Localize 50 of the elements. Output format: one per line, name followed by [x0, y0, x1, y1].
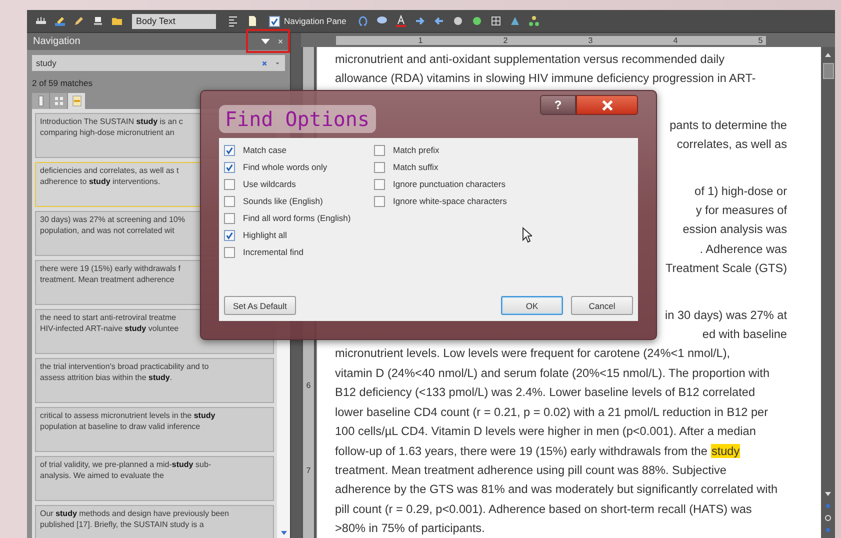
ruler-number: 1 — [417, 36, 424, 44]
result-text: Introduction The SUSTAIN study is an c — [40, 117, 183, 127]
document-text: pill count (r = 0.29, p<0.001). Adherence based on short-term recall (HATS) was — [335, 502, 752, 516]
result-text: critical to assess micronutrient levels in the study — [40, 411, 216, 421]
pane-title: Navigation — [33, 36, 82, 47]
result-text: 30 days) was 27% at screening and 10% — [40, 215, 185, 225]
result-text: assess attrition bias within the study. — [40, 373, 172, 383]
document-text: y for measures of — [696, 203, 787, 218]
document-text: pants to determine the — [670, 118, 787, 132]
result-text: analysis. We aimed to evaluate the — [40, 471, 164, 481]
document-text: follow-up of 1.63 years, there were 19 (15%) early withdrawals from the — [335, 444, 708, 458]
document-text: 100 cells/µL CD4. Vitamin D levels were higher in men (p<0.001). After a median — [335, 424, 756, 438]
result-text: the need to start anti-retroviral treatme — [40, 313, 176, 323]
document-text: ed with baseline — [702, 327, 787, 342]
ruler-number: 6 — [306, 380, 311, 392]
document-text: lower baseline CD4 count (r = 0.21, p = 0.02) with a 21 pmol/L reduction in B12 per — [335, 404, 768, 419]
document-text: ession analysis was — [682, 222, 787, 236]
dialog-title: Find Options — [219, 105, 376, 133]
document-text: of 1) high-dose or — [694, 184, 787, 198]
result-text: the trial intervention's broad practicability and to — [40, 362, 209, 372]
result-text: of trial validity, we pre-planned a mid-study sub- — [40, 460, 212, 470]
document-text: in 30 days) was 27% at — [665, 308, 787, 322]
result-text: published [17]. Briefly, the SUSTAIN study is a — [40, 520, 204, 530]
document-text: micronutrient and anti-oxidant supplementation versus recommended daily — [335, 52, 725, 66]
ruler-number: 4 — [672, 36, 679, 44]
result-text: population, and was not correlated wit — [40, 226, 174, 236]
document-text: B12 deficiency (<133 pmol/L) was 2.4%. Lower baseline levels of B12 correlated — [335, 385, 756, 400]
ruler-number: 3 — [587, 36, 594, 44]
document-text: correlates, as well as — [676, 137, 787, 152]
document-text: allowance (RDA) vitamins in slowing HIV immune deficiency progression in ART- — [335, 71, 756, 86]
result-text: comparing high-dose micronutrient an — [40, 128, 174, 138]
ruler-number: 7 — [306, 465, 311, 477]
document-text: Treatment Scale (GTS) — [666, 261, 787, 276]
document-text: treatment. Mean treatment adherence using pill count was 88%. Subjective — [335, 462, 726, 477]
document-text: vitamin D (24%<40 nmol/L) and serum folate (20%<15 nmol/L). The proportion with — [335, 366, 770, 380]
result-text: adherence to study interventions. — [40, 177, 160, 187]
ruler-number: 2 — [502, 36, 509, 44]
result-text: HIV-infected ART-naive study voluntee — [40, 324, 179, 334]
ruler-number: 5 — [757, 36, 764, 44]
highlighted-text: study — [711, 444, 740, 458]
document-text: . Adherence was — [700, 242, 787, 256]
result-text: treatment. Mean treatment adherence — [40, 275, 174, 285]
result-text: deficiencies and correlates, as well as t — [40, 166, 179, 176]
result-text: Our study methods and design have previously been — [40, 509, 230, 519]
document-text: adherence by the GTS was 81% and was moderately but significantly correlated with — [335, 482, 778, 496]
result-text: population at baseline to draw valid inference — [40, 422, 200, 432]
document-text: >80% in 75% of participants. — [335, 521, 485, 536]
match-count: 2 of 59 matches — [31, 77, 94, 90]
document-text: micronutrient levels. Low levels were frequent for carotene (24%<1 nmol/L), — [335, 346, 730, 360]
result-text: there were 19 (15%) early withdrawals f — [40, 264, 181, 274]
